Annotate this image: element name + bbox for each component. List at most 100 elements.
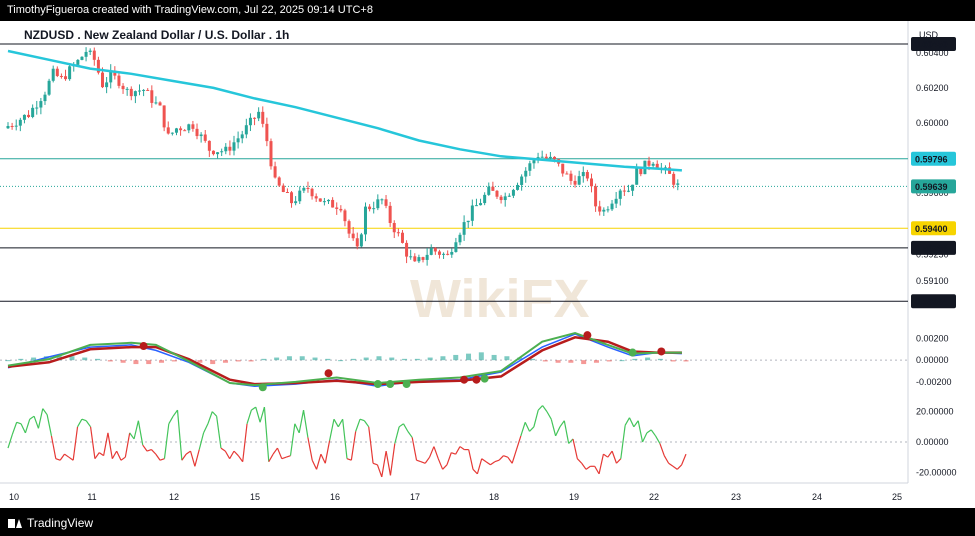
footer-bar: TradingView — [0, 508, 975, 536]
candle-body-65 — [273, 166, 277, 178]
candle-body-12 — [55, 68, 59, 76]
macd-histogram-bar-32 — [414, 358, 420, 361]
candle-body-46 — [195, 128, 199, 137]
candle-body-107 — [446, 253, 450, 255]
candle-body-83 — [347, 221, 351, 234]
candle-body-108 — [450, 251, 454, 255]
macd-histogram-bar-17 — [222, 360, 228, 363]
macd-crossover-marker-6 — [460, 375, 469, 384]
macd-histogram-bar-35 — [453, 354, 459, 361]
candle-body-34 — [146, 89, 150, 91]
time-axis-label-10: 24 — [812, 492, 822, 502]
oscillator-tick-2: -20.00000 — [916, 467, 957, 477]
macd-histogram-bar-12 — [159, 360, 165, 363]
candle-body-56 — [236, 138, 240, 143]
attribution-text: TimothyFigueroa created with TradingView… — [7, 4, 373, 16]
candle-body-0 — [6, 125, 10, 129]
macd-histogram-bar-23 — [299, 356, 305, 361]
macd-crossover-marker-5 — [402, 380, 411, 389]
candle-body-120 — [499, 196, 503, 201]
candle-body-116 — [483, 194, 487, 204]
candle-body-38 — [162, 105, 166, 128]
candle-body-62 — [261, 111, 265, 124]
candle-body-124 — [516, 184, 520, 190]
candle-body-35 — [150, 90, 154, 103]
candle-body-60 — [253, 117, 257, 119]
price-tick-1: 0.60200 — [916, 83, 949, 93]
candle-body-73 — [306, 187, 310, 189]
macd-crossover-marker-11 — [657, 347, 666, 356]
candle-body-149 — [618, 190, 622, 199]
macd-histogram-bar-0 — [5, 360, 11, 362]
candle-body-20 — [88, 50, 92, 52]
candle-body-133 — [553, 156, 557, 160]
candle-body-58 — [244, 125, 248, 135]
candle-body-42 — [179, 128, 183, 131]
price-badge-label-5: 0.58984 — [915, 297, 948, 307]
macd-crossover-marker-4 — [386, 380, 395, 389]
time-axis-label-3: 15 — [250, 492, 260, 502]
candle-body-162 — [672, 173, 676, 185]
candle-body-45 — [191, 124, 195, 129]
candle-body-151 — [626, 190, 630, 192]
candle-body-114 — [474, 205, 478, 207]
tradingview-logo-icon — [8, 517, 22, 529]
candle-body-123 — [511, 189, 515, 196]
macd-histogram-bar-45 — [581, 360, 587, 365]
candle-body-92 — [384, 199, 388, 206]
candle-body-29 — [125, 88, 129, 90]
macd-histogram-bar-33 — [427, 357, 433, 361]
time-axis-label-2: 12 — [169, 492, 179, 502]
candle-body-43 — [183, 130, 187, 132]
candle-body-3 — [18, 119, 22, 126]
candle-body-147 — [610, 203, 614, 210]
candle-body-89 — [372, 208, 376, 210]
chart[interactable]: WikiFX NZDUSD . New Zealand Dollar / U.S.… — [0, 21, 975, 508]
attribution-bar: TimothyFigueroa created with TradingView… — [0, 0, 975, 21]
candle-body-152 — [631, 184, 635, 191]
macd-histogram-bar-46 — [593, 360, 599, 363]
candle-body-23 — [101, 72, 105, 88]
macd-histogram-bar-20 — [261, 358, 267, 361]
chart-title: NZDUSD . New Zealand Dollar / U.S. Dolla… — [24, 28, 289, 42]
candle-body-150 — [622, 190, 626, 192]
macd-histogram-bar-16 — [210, 360, 216, 365]
candle-body-80 — [335, 207, 339, 209]
candle-body-50 — [211, 150, 215, 155]
chart-background — [0, 21, 975, 508]
candle-body-87 — [363, 206, 367, 235]
candle-body-156 — [647, 160, 651, 166]
candle-body-131 — [544, 156, 548, 159]
macd-histogram-bar-52 — [670, 360, 676, 362]
price-tick-2: 0.60000 — [916, 118, 949, 128]
macd-histogram-bar-53 — [683, 360, 689, 362]
candle-body-39 — [166, 127, 170, 134]
candle-body-121 — [503, 196, 507, 201]
macd-histogram-bar-31 — [402, 358, 408, 361]
candle-body-52 — [220, 151, 224, 153]
macd-tick-2: -0.00200 — [916, 377, 952, 387]
candle-body-71 — [298, 190, 302, 202]
macd-histogram-bar-51 — [657, 358, 663, 361]
macd-crossover-marker-3 — [373, 380, 382, 389]
macd-histogram-bar-37 — [478, 352, 484, 361]
macd-histogram-bar-21 — [274, 357, 280, 361]
macd-histogram-bar-36 — [466, 353, 472, 361]
macd-crossover-marker-1 — [258, 383, 267, 392]
candle-body-101 — [421, 257, 425, 260]
macd-histogram-bar-10 — [133, 360, 139, 365]
oscillator-tick-0: 20.00000 — [916, 407, 954, 417]
tradingview-logo[interactable]: TradingView — [8, 516, 93, 530]
macd-histogram-bar-29 — [376, 356, 382, 361]
macd-crossover-marker-9 — [583, 331, 592, 340]
candle-body-132 — [548, 156, 552, 159]
candle-body-36 — [154, 102, 158, 104]
time-axis-label-8: 22 — [649, 492, 659, 502]
macd-histogram-bar-13 — [171, 360, 177, 362]
candle-body-67 — [281, 185, 285, 193]
candle-body-37 — [158, 102, 162, 106]
candle-body-7 — [35, 107, 39, 109]
macd-crossover-marker-7 — [472, 375, 481, 384]
candle-body-24 — [105, 82, 109, 88]
candle-body-11 — [51, 68, 55, 81]
